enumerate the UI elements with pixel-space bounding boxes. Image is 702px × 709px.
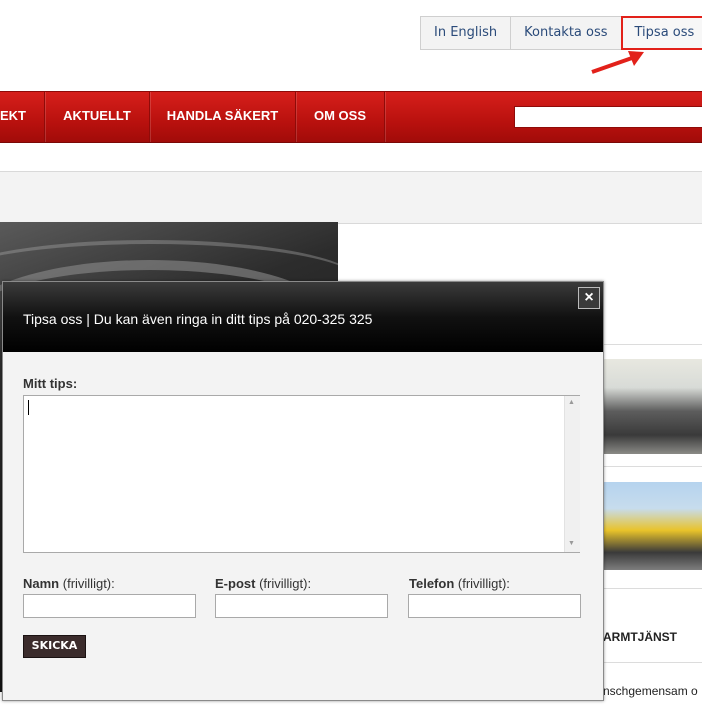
link-tipsa-oss[interactable]: Tipsa oss: [620, 16, 702, 50]
phone-field[interactable]: [408, 594, 581, 618]
nav-search-input[interactable]: [514, 106, 702, 128]
side-text-line: nschgemensam o: [603, 684, 698, 698]
tip-modal: Tipsa oss | Du kan även ringa in ditt ti…: [2, 281, 604, 701]
divider: [603, 344, 702, 345]
textarea-scrollbar[interactable]: [564, 396, 580, 552]
nav-item-aktuellt[interactable]: AKTUELLT: [45, 92, 150, 142]
scroll-up-icon[interactable]: ▲: [568, 399, 575, 406]
breadcrumb-strip: [0, 171, 702, 224]
side-heading: ARMTJÄNST: [603, 630, 677, 644]
modal-header: Tipsa oss | Du kan även ringa in ditt ti…: [3, 282, 603, 352]
email-label: E-post (frivilligt):: [215, 576, 312, 591]
divider: [603, 466, 702, 467]
scroll-down-icon[interactable]: ▼: [568, 540, 575, 547]
divider: [603, 662, 702, 663]
nav-item-om-oss[interactable]: OM OSS: [296, 92, 385, 142]
divider: [603, 588, 702, 589]
link-in-english[interactable]: In English: [421, 17, 512, 49]
thumbnail-car-image[interactable]: [603, 359, 702, 454]
tip-textarea[interactable]: [23, 395, 580, 553]
email-field[interactable]: [215, 594, 388, 618]
phone-label: Telefon (frivilligt):: [409, 576, 510, 591]
nav-item-handla-sakert[interactable]: HANDLA SÄKERT: [150, 92, 296, 142]
top-links: In English Kontakta oss Tipsa oss: [420, 16, 702, 50]
name-field[interactable]: [23, 594, 196, 618]
nav-item-partial[interactable]: EKT: [0, 92, 45, 142]
submit-button[interactable]: SKICKA: [23, 635, 86, 658]
close-icon[interactable]: ×: [578, 287, 600, 309]
main-navbar: EKT AKTUELLT HANDLA SÄKERT OM OSS: [0, 91, 702, 143]
modal-title: Tipsa oss | Du kan även ringa in ditt ti…: [23, 311, 373, 327]
annotation-arrow-icon: [591, 51, 644, 74]
text-caret: [28, 400, 29, 415]
name-label: Namn (frivilligt):: [23, 576, 115, 591]
thumbnail-loader-image[interactable]: [603, 482, 702, 570]
link-kontakta-oss[interactable]: Kontakta oss: [511, 17, 622, 49]
tip-label: Mitt tips:: [23, 376, 78, 391]
